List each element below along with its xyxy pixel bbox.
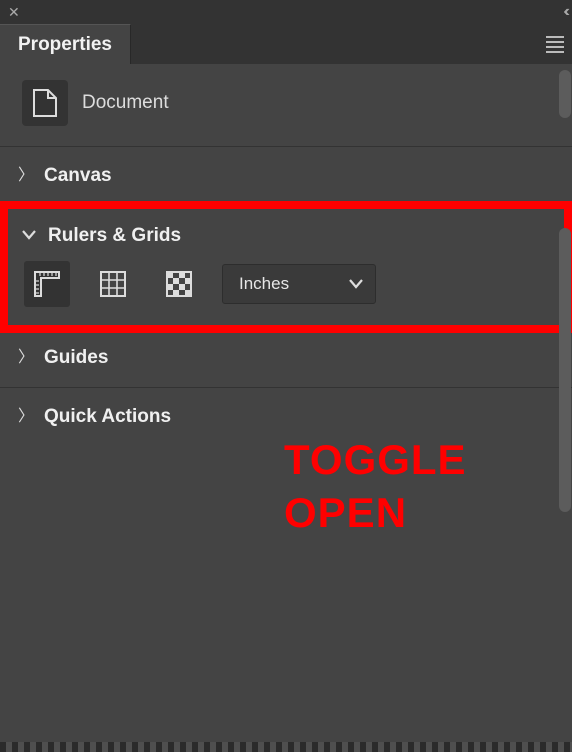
resize-handle[interactable] bbox=[0, 742, 572, 752]
ruler-icon bbox=[32, 269, 62, 299]
chevron-right-icon: 〉 bbox=[18, 350, 32, 366]
section-quick-actions[interactable]: 〉 Quick Actions bbox=[0, 388, 572, 446]
grid-icon bbox=[99, 270, 127, 298]
rulers-grids-content: Inches bbox=[18, 261, 554, 307]
panel-menu-icon[interactable] bbox=[546, 36, 564, 53]
chevron-right-icon: 〉 bbox=[18, 409, 32, 425]
section-rulers-grids-highlighted: Rulers & Grids bbox=[0, 201, 572, 333]
annotation-text: TOGGLE OPEN bbox=[284, 434, 467, 539]
section-guides[interactable]: 〉 Guides bbox=[0, 329, 572, 387]
scroll-thumb[interactable] bbox=[559, 228, 571, 512]
transparency-grid-icon bbox=[165, 270, 193, 298]
chevron-right-icon: 〉 bbox=[18, 168, 32, 184]
tab-row: Properties bbox=[0, 24, 572, 64]
units-dropdown[interactable]: Inches bbox=[222, 264, 376, 304]
chevron-down-icon bbox=[22, 228, 36, 244]
section-title: Quick Actions bbox=[44, 406, 171, 428]
section-title: Canvas bbox=[44, 165, 112, 187]
collapse-panel-icon[interactable]: ‹‹ bbox=[563, 4, 566, 20]
document-label: Document bbox=[82, 92, 169, 114]
section-title: Guides bbox=[44, 347, 108, 369]
section-canvas[interactable]: 〉 Canvas bbox=[0, 147, 572, 205]
document-row: Document bbox=[0, 64, 572, 146]
toggle-transparency-grid-button[interactable] bbox=[156, 261, 202, 307]
tab-properties[interactable]: Properties bbox=[0, 24, 131, 64]
annotation-line: OPEN bbox=[284, 487, 467, 540]
panel-body: Document 〉 Canvas Rulers & Grids bbox=[0, 64, 572, 752]
toggle-grid-button[interactable] bbox=[90, 261, 136, 307]
scroll-thumb[interactable] bbox=[559, 70, 571, 118]
section-rulers-grids[interactable]: Rulers & Grids bbox=[18, 217, 554, 261]
toggle-rulers-button[interactable] bbox=[24, 261, 70, 307]
document-icon bbox=[22, 80, 68, 126]
chevron-down-icon bbox=[349, 274, 363, 294]
tab-label: Properties bbox=[18, 34, 112, 56]
units-selected: Inches bbox=[239, 274, 289, 294]
close-icon[interactable]: ✕ bbox=[8, 5, 20, 19]
window-top-bar: ✕ ‹‹ bbox=[0, 0, 572, 24]
section-title: Rulers & Grids bbox=[48, 225, 181, 247]
